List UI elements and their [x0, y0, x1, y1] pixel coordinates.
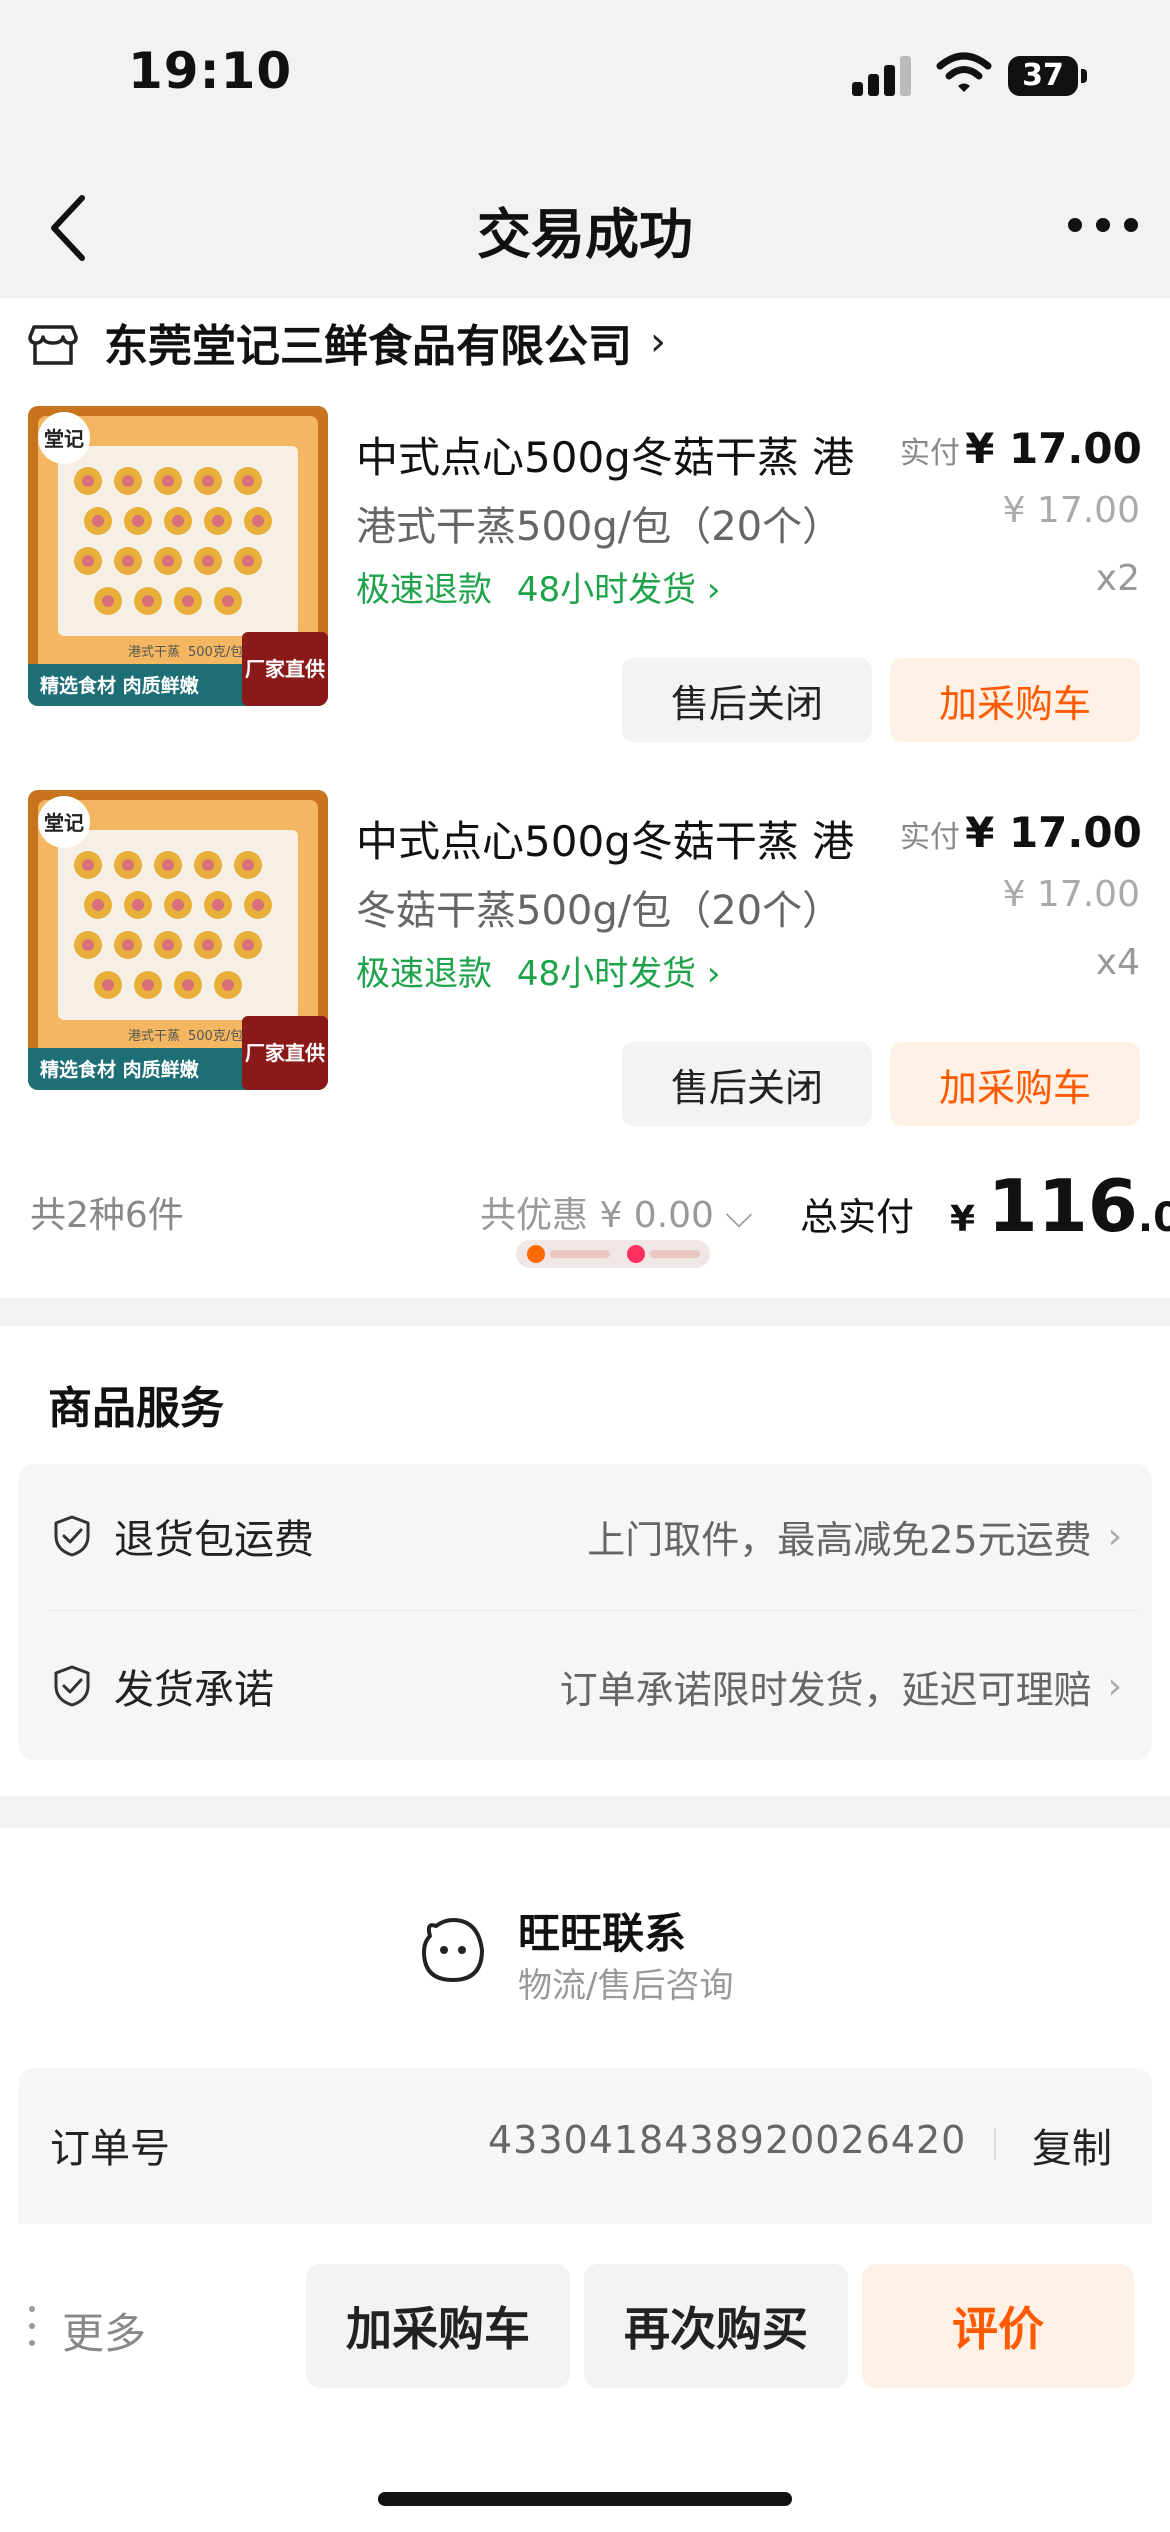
- add-to-cart-button[interactable]: 加采购车: [890, 658, 1140, 742]
- thumb-weight: 500克/包: [188, 1029, 243, 1044]
- original-price: ¥ 17.00: [1002, 874, 1140, 915]
- fast-refund-tag: 极速退款: [356, 570, 492, 610]
- home-indicator[interactable]: [378, 2492, 792, 2506]
- total-currency: ¥: [950, 1199, 988, 1240]
- chevron-right-icon: ›: [1107, 1665, 1122, 1707]
- product-spec: 港式干蒸500g/包（20个）: [356, 504, 843, 550]
- total-integer: 116: [987, 1164, 1138, 1248]
- store-icon: [28, 325, 78, 365]
- status-time: 19:10: [128, 42, 293, 100]
- ship-48h-tag[interactable]: 48小时发货 ›: [517, 954, 721, 994]
- product-thumbnail[interactable]: 堂记 港式干蒸 500克/包 精选食材 肉质鲜嫩 厂家直供: [28, 406, 328, 706]
- quantity: x4: [1095, 942, 1140, 983]
- buy-again-button[interactable]: 再次购买: [584, 2264, 848, 2388]
- signal-icon: [852, 56, 911, 96]
- total-label: 总实付: [800, 1195, 915, 1239]
- coupon-icon: [527, 1245, 545, 1263]
- paid-price: 实付 ¥ 17.00: [900, 808, 1142, 857]
- fast-refund-tag: 极速退款: [356, 954, 492, 994]
- paid-price: 实付 ¥ 17.00: [900, 424, 1142, 473]
- divider: [48, 1610, 1138, 1611]
- chevron-right-icon: ›: [650, 319, 666, 365]
- thumb-label: 港式干蒸: [128, 1029, 180, 1044]
- more-icon[interactable]: [1068, 218, 1138, 234]
- order-number: 4330418438920026420: [488, 2118, 967, 2162]
- aftersale-closed-button[interactable]: 售后关闭: [622, 1042, 872, 1126]
- add-to-cart-button[interactable]: 加采购车: [890, 1042, 1140, 1126]
- more-button[interactable]: 更多: [62, 2300, 146, 2361]
- paid-label: 实付: [900, 820, 960, 855]
- service-return-shipping[interactable]: 退货包运费 上门取件，最高减免25元运费 ›: [52, 1496, 1122, 1576]
- chevron-right-icon: ›: [1107, 1515, 1122, 1557]
- divider: [994, 2128, 996, 2160]
- thumb-seal: 厂家直供: [245, 1041, 325, 1065]
- order-number-label: 订单号: [50, 2126, 170, 2172]
- product-spec: 冬菇干蒸500g/包（20个）: [356, 888, 843, 934]
- service-desc: 订单承诺限时发货，延迟可理赔: [559, 1667, 1092, 1712]
- product-title[interactable]: 中式点心500g冬菇干蒸 港: [356, 808, 916, 869]
- service-desc: 上门取件，最高减免25元运费: [587, 1517, 1092, 1562]
- service-name: 退货包运费: [114, 1517, 314, 1563]
- service-name: 发货承诺: [114, 1667, 274, 1713]
- coupon-icon: [627, 1245, 645, 1263]
- quantity: x2: [1095, 558, 1140, 599]
- thumb-banner: 精选食材 肉质鲜嫩: [40, 1058, 200, 1081]
- store-name: 东莞堂记三鲜食品有限公司: [104, 321, 632, 372]
- shield-check-icon: [54, 1665, 90, 1707]
- product-tags: 极速退款 48小时发货 ›: [356, 946, 720, 995]
- thumb-label: 港式干蒸: [128, 645, 180, 660]
- wifi-icon: [936, 52, 992, 92]
- product-title[interactable]: 中式点心500g冬菇干蒸 港: [356, 424, 916, 485]
- paid-value: ¥ 17.00: [965, 808, 1142, 857]
- store-row[interactable]: 东莞堂记三鲜食品有限公司 ›: [28, 312, 666, 372]
- total-amount: ¥ 116.00: [950, 1164, 1170, 1248]
- product-thumbnail[interactable]: 堂记 港式干蒸 500克/包 精选食材 肉质鲜嫩 厂家直供: [28, 790, 328, 1090]
- more-vert-icon[interactable]: [26, 2304, 36, 2348]
- wangwang-icon[interactable]: [418, 1916, 488, 1986]
- contact-subtitle: 物流/售后咨询: [518, 1966, 734, 2006]
- services-title: 商品服务: [48, 1383, 224, 1434]
- shield-check-icon: [54, 1515, 90, 1557]
- paid-value: ¥ 17.00: [965, 424, 1142, 473]
- discount-badges: [516, 1240, 710, 1268]
- thumb-weight: 500克/包: [188, 645, 243, 660]
- original-price: ¥ 17.00: [1002, 490, 1140, 531]
- aftersale-closed-button[interactable]: 售后关闭: [622, 658, 872, 742]
- discount-total[interactable]: 共优惠 ¥ 0.00 ⌵: [480, 1186, 753, 1238]
- contact-title[interactable]: 旺旺联系: [518, 1900, 686, 1961]
- item-count: 共2种6件: [30, 1195, 184, 1236]
- review-button[interactable]: 评价: [862, 2264, 1134, 2388]
- battery-icon: 37: [1008, 56, 1088, 98]
- thumb-brand: 堂记: [44, 811, 84, 835]
- service-shipping-promise[interactable]: 发货承诺 订单承诺限时发货，延迟可理赔 ›: [52, 1646, 1122, 1726]
- add-to-cart-button[interactable]: 加采购车: [306, 2264, 570, 2388]
- battery-level: 37: [1008, 56, 1078, 96]
- thumb-banner: 精选食材 肉质鲜嫩: [40, 674, 200, 697]
- thumb-seal: 厂家直供: [245, 657, 325, 681]
- thumb-brand: 堂记: [44, 427, 84, 451]
- ship-48h-tag[interactable]: 48小时发货 ›: [517, 570, 721, 610]
- product-tags: 极速退款 48小时发货 ›: [356, 562, 720, 611]
- total-decimal: .00: [1137, 1195, 1170, 1241]
- paid-label: 实付: [900, 436, 960, 471]
- copy-button[interactable]: 复制: [1032, 2116, 1112, 2174]
- page-title: 交易成功: [477, 203, 693, 266]
